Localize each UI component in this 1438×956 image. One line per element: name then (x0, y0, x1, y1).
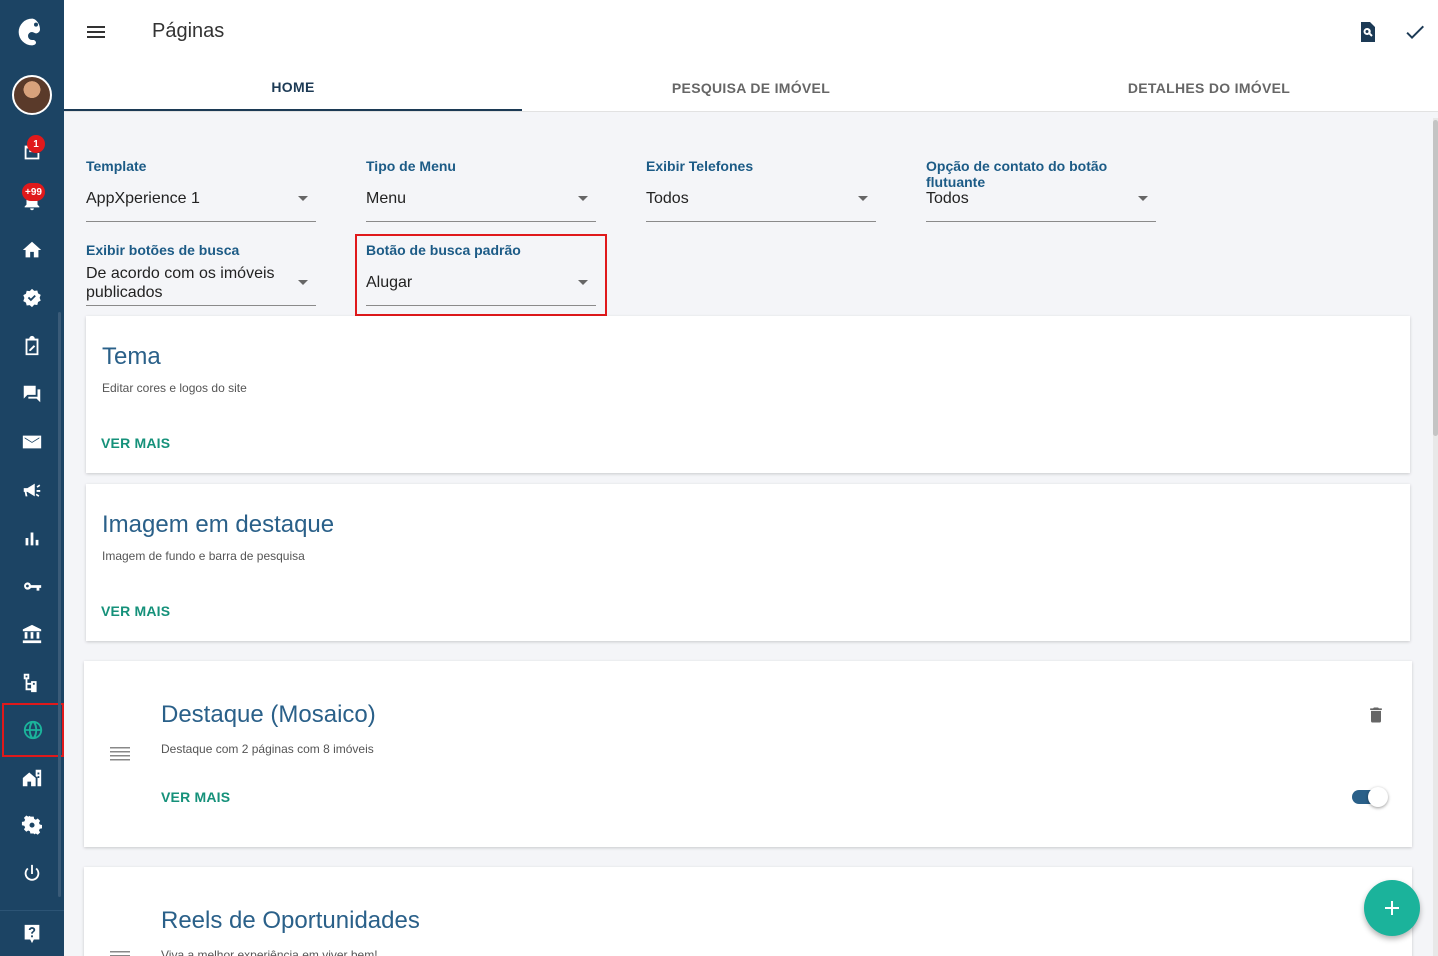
card-theme: Tema Editar cores e logos do site VER MA… (86, 316, 1410, 473)
bar-chart-icon[interactable] (0, 514, 64, 562)
chevron-down-icon (298, 280, 308, 285)
template-label: Template (86, 158, 147, 174)
menu-type-value: Menu (366, 190, 407, 207)
card-title: Imagem em destaque (102, 511, 335, 538)
chevron-down-icon (578, 196, 588, 201)
highlight-box (355, 234, 607, 316)
logo-icon[interactable] (0, 8, 64, 56)
gear-icon[interactable] (0, 802, 64, 850)
top-bar: Páginas (64, 0, 1438, 64)
chevron-down-icon (858, 196, 868, 201)
tab-home[interactable]: HOME (64, 64, 522, 111)
menu-icon[interactable] (84, 20, 108, 44)
tab-property-search[interactable]: PESQUISA DE IMÓVEL (522, 64, 980, 111)
sidebar: 1 +99 (0, 0, 64, 956)
globe-icon[interactable] (2, 703, 64, 757)
notifications-icon[interactable]: +99 (0, 177, 64, 225)
see-more-link[interactable]: VER MAIS (161, 789, 230, 805)
help-icon[interactable] (0, 910, 64, 956)
template-value: AppXperience 1 (86, 190, 200, 207)
menu-type-label: Tipo de Menu (366, 158, 456, 174)
key-icon[interactable] (0, 562, 64, 610)
card-mosaic-highlight: Destaque (Mosaico) Destaque com 2 página… (84, 661, 1412, 847)
search-buttons-select[interactable]: Exibir botões de busca De acordo com os … (86, 242, 316, 306)
see-more-link[interactable]: VER MAIS (101, 603, 170, 619)
card-description: Viva a melhor experiência em viver bem! (161, 948, 378, 956)
card-reels: Reels de Oportunidades Viva a melhor exp… (84, 867, 1412, 956)
plus-icon (1385, 901, 1399, 915)
chat-icon[interactable] (0, 370, 64, 418)
chevron-down-icon (298, 196, 308, 201)
avatar[interactable] (12, 75, 52, 115)
mail-icon[interactable] (0, 418, 64, 466)
notifications-badge: +99 (22, 183, 45, 201)
sidebar-scrollbar[interactable] (58, 312, 61, 897)
phones-label: Exibir Telefones (646, 158, 754, 174)
floating-contact-select[interactable]: Opção de contato do botão flutuante Todo… (926, 158, 1156, 222)
tab-bar: HOME PESQUISA DE IMÓVEL DETALHES DO IMÓV… (64, 64, 1438, 112)
buildings-icon[interactable] (0, 754, 64, 802)
drag-handle-icon[interactable] (110, 747, 130, 761)
card-description: Destaque com 2 páginas com 8 imóveis (161, 742, 374, 756)
drag-handle-icon[interactable] (110, 951, 130, 956)
floating-contact-label: Opção de contato do botão flutuante (926, 158, 1108, 190)
verified-icon[interactable] (0, 274, 64, 322)
card-description: Imagem de fundo e barra de pesquisa (102, 549, 305, 563)
megaphone-icon[interactable] (0, 466, 64, 514)
card-title: Reels de Oportunidades (161, 907, 420, 934)
card-title: Destaque (Mosaico) (161, 701, 376, 728)
page-title: Páginas (152, 20, 225, 42)
check-icon[interactable] (1403, 20, 1427, 44)
card-featured-image: Imagem em destaque Imagem de fundo e bar… (86, 484, 1410, 641)
edit-note-icon[interactable] (0, 322, 64, 370)
main-scrollbar[interactable] (1433, 118, 1438, 956)
preview-search-icon[interactable] (1355, 20, 1379, 44)
see-more-link[interactable]: VER MAIS (101, 435, 170, 451)
hierarchy-icon[interactable] (0, 658, 64, 706)
home-icon[interactable] (0, 226, 64, 274)
card-title: Tema (102, 343, 161, 370)
leads-icon[interactable]: 1 (0, 129, 64, 177)
leads-badge: 1 (27, 135, 45, 153)
search-buttons-value: De acordo com os imóveis publicados (86, 265, 275, 301)
enabled-toggle[interactable] (1352, 786, 1388, 808)
card-description: Editar cores e logos do site (102, 381, 247, 395)
add-button[interactable] (1364, 880, 1420, 936)
tab-property-details[interactable]: DETALHES DO IMÓVEL (980, 64, 1438, 111)
trash-icon[interactable] (1366, 704, 1386, 726)
bank-icon[interactable] (0, 610, 64, 658)
template-select[interactable]: Template AppXperience 1 (86, 158, 316, 222)
power-icon[interactable] (0, 850, 64, 898)
search-buttons-label: Exibir botões de busca (86, 242, 240, 258)
phones-value: Todos (646, 190, 689, 207)
menu-type-select[interactable]: Tipo de Menu Menu (366, 158, 596, 222)
chevron-down-icon (1138, 196, 1148, 201)
floating-contact-value: Todos (926, 190, 969, 207)
phones-select[interactable]: Exibir Telefones Todos (646, 158, 876, 222)
